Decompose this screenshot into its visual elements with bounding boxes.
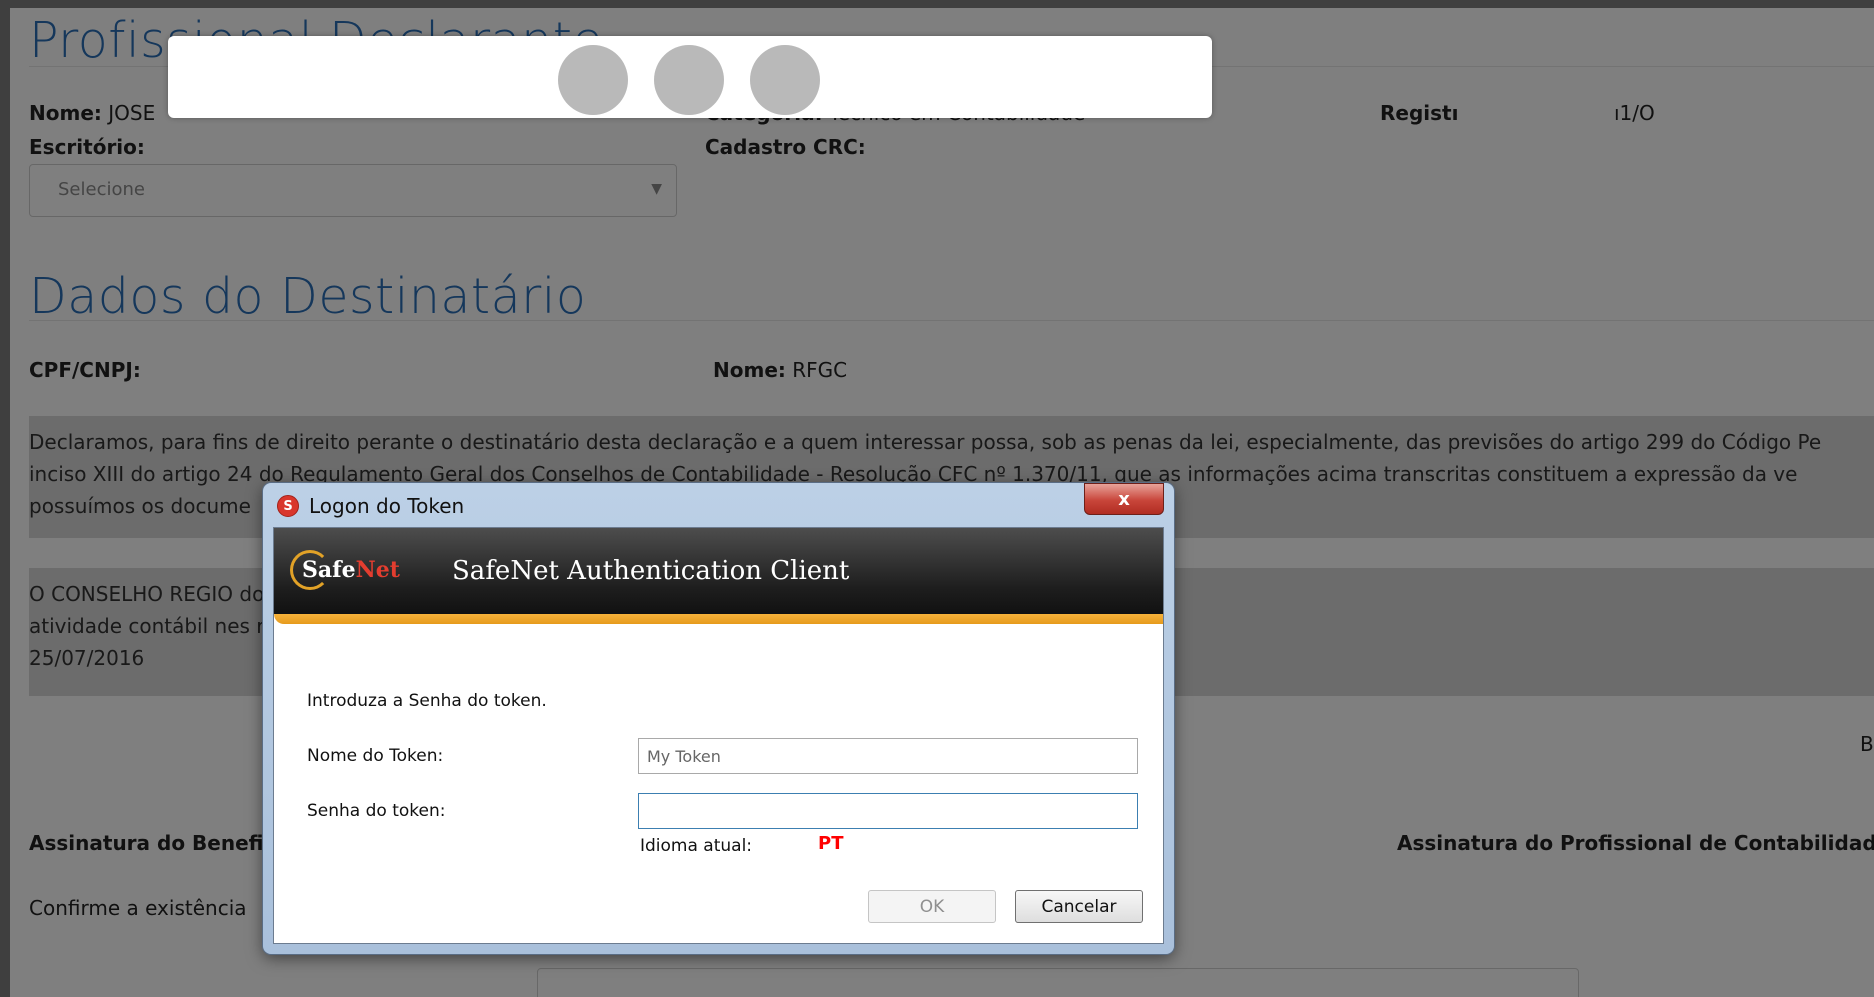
token-password-field[interactable] <box>638 793 1138 829</box>
safenet-app-icon: S <box>277 495 299 517</box>
loading-indicator <box>168 36 1212 118</box>
dialog-title: Logon do Token <box>309 494 465 518</box>
token-name-input[interactable] <box>639 739 1137 773</box>
token-password-label: Senha do token: <box>307 801 446 821</box>
ok-button[interactable]: OK <box>868 890 996 923</box>
banner-title: SafeNet Authentication Client <box>452 556 850 586</box>
token-name-field[interactable] <box>638 738 1138 774</box>
safenet-logo: SafeNet <box>290 550 400 590</box>
close-button[interactable]: x <box>1084 483 1164 515</box>
dialog-titlebar[interactable]: S Logon do Token <box>277 491 464 521</box>
loading-dot-icon <box>558 45 628 115</box>
banner-accent-stripe <box>274 614 1163 624</box>
token-name-label: Nome do Token: <box>307 746 444 766</box>
language-value: PT <box>818 833 844 854</box>
loading-dot-icon <box>750 45 820 115</box>
token-password-input[interactable] <box>639 794 1137 828</box>
cancel-button[interactable]: Cancelar <box>1015 890 1143 923</box>
dialog-client-area: SafeNet SafeNet Authentication Client In… <box>273 527 1164 944</box>
loading-dot-icon <box>654 45 724 115</box>
safenet-banner: SafeNet SafeNet Authentication Client <box>274 528 1163 614</box>
safenet-logo-text: SafeNet <box>302 557 400 583</box>
token-prompt: Introduza a Senha do token. <box>307 691 547 711</box>
token-logon-dialog: S Logon do Token x SafeNet SafeNet Authe… <box>263 483 1174 954</box>
language-label: Idioma atual: <box>640 836 753 856</box>
